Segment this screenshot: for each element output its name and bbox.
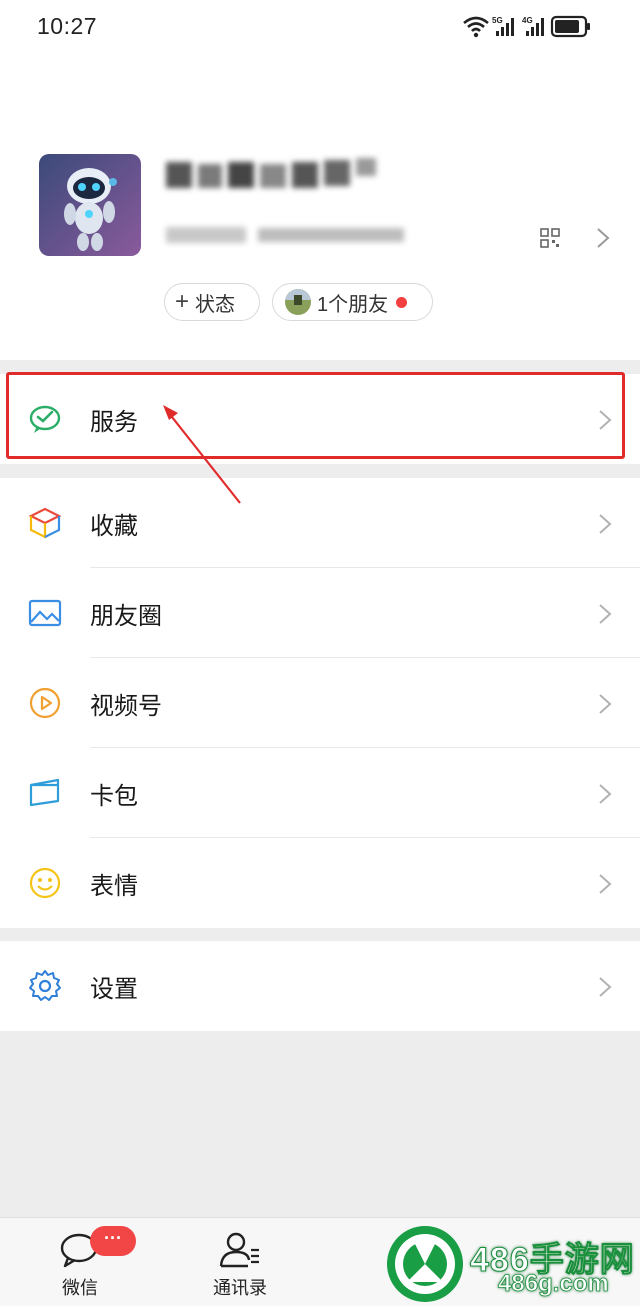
watermark-logo	[387, 1226, 463, 1302]
card-wallet-icon	[29, 778, 60, 807]
gear-icon	[29, 970, 61, 1001]
chevron-right-icon	[599, 694, 612, 714]
menu-item-label: 卡包	[90, 782, 138, 810]
menu-item-label: 朋友圈	[90, 602, 162, 630]
channels-play-icon	[29, 687, 61, 719]
menu-item-label: 收藏	[90, 512, 138, 540]
unread-dot	[396, 296, 408, 308]
chevron-right-icon	[599, 784, 612, 804]
friend-avatar	[285, 289, 311, 315]
menu-item-label: 设置	[90, 975, 138, 1003]
nickname-blurred	[166, 158, 376, 188]
menu-item-settings[interactable]: 设置	[0, 941, 640, 1031]
network-4g-label: 4G	[522, 16, 533, 25]
status-label: 状态	[195, 293, 236, 316]
menu-item-label: 表情	[90, 872, 138, 900]
qr-code-icon[interactable]	[540, 228, 560, 248]
menu-item-favorites[interactable]: 收藏	[0, 478, 640, 568]
friends-status-button[interactable]: 1个朋友	[272, 283, 433, 321]
menu-item-channels[interactable]: 视频号	[0, 658, 640, 748]
battery-icon	[550, 15, 590, 38]
robot-avatar-image	[39, 154, 141, 256]
menu-item-card-wallet[interactable]: 卡包	[0, 748, 640, 838]
avatar[interactable]	[39, 154, 141, 256]
plus-icon: +	[175, 288, 190, 315]
chevron-right-icon	[599, 977, 612, 997]
status-bar: 10:27 5G 4G	[0, 0, 640, 56]
tab-label: 微信	[62, 1278, 98, 1298]
moments-image-icon	[28, 599, 62, 627]
favorites-cube-icon	[28, 507, 62, 539]
menu-item-stickers[interactable]: 表情	[0, 838, 640, 928]
menu-item-moments[interactable]: 朋友圈	[0, 568, 640, 658]
sticker-smile-icon	[29, 867, 61, 899]
status-time: 10:27	[37, 13, 98, 39]
profile-header[interactable]: + 状态 1个朋友	[0, 56, 640, 360]
contacts-icon	[219, 1232, 259, 1268]
menu-group-1: 收藏 朋友圈 视频号 卡包 表情	[0, 478, 640, 928]
tab-label: 通讯录	[213, 1278, 267, 1298]
watermark: 486手游网 486g.com	[380, 1218, 640, 1306]
tab-contacts[interactable]: 通讯录	[180, 1218, 300, 1306]
watermark-url: 486g.com	[498, 1270, 610, 1298]
chevron-right-icon	[599, 874, 612, 894]
highlight-box	[6, 372, 625, 459]
wechat-id-blurred	[166, 227, 404, 243]
profile-chevron-icon	[597, 228, 610, 248]
wifi-icon	[463, 16, 489, 38]
add-status-button[interactable]: + 状态	[164, 283, 260, 321]
unread-badge: ···	[90, 1226, 136, 1256]
friends-label: 1个朋友	[317, 293, 389, 316]
menu-item-label: 视频号	[90, 692, 162, 720]
chevron-right-icon	[599, 604, 612, 624]
menu-group-2: 设置	[0, 941, 640, 1031]
network-5g-label: 5G	[492, 16, 503, 25]
status-icons: 5G 4G	[463, 15, 590, 38]
chevron-right-icon	[599, 514, 612, 534]
